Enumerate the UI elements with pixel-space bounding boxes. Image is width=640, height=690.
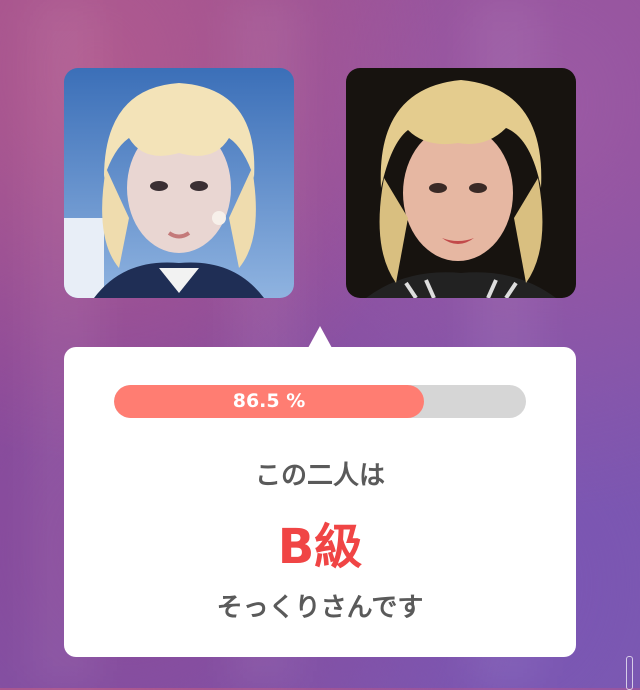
result-text-line1: この二人は [254, 461, 385, 491]
similarity-progress-bar: 86.5 % [114, 385, 526, 418]
result-card: 86.5 % この二人は B級 そっくりさんです [64, 347, 576, 657]
card-pointer [308, 326, 332, 348]
result-text-line3: そっくりさんです [216, 593, 424, 623]
face-photo-right [346, 68, 576, 298]
result-grade: B級 [277, 519, 363, 575]
scrollbar[interactable] [626, 656, 633, 690]
face-photo-left [64, 68, 294, 298]
similarity-percentage: 86.5 % [232, 390, 306, 412]
